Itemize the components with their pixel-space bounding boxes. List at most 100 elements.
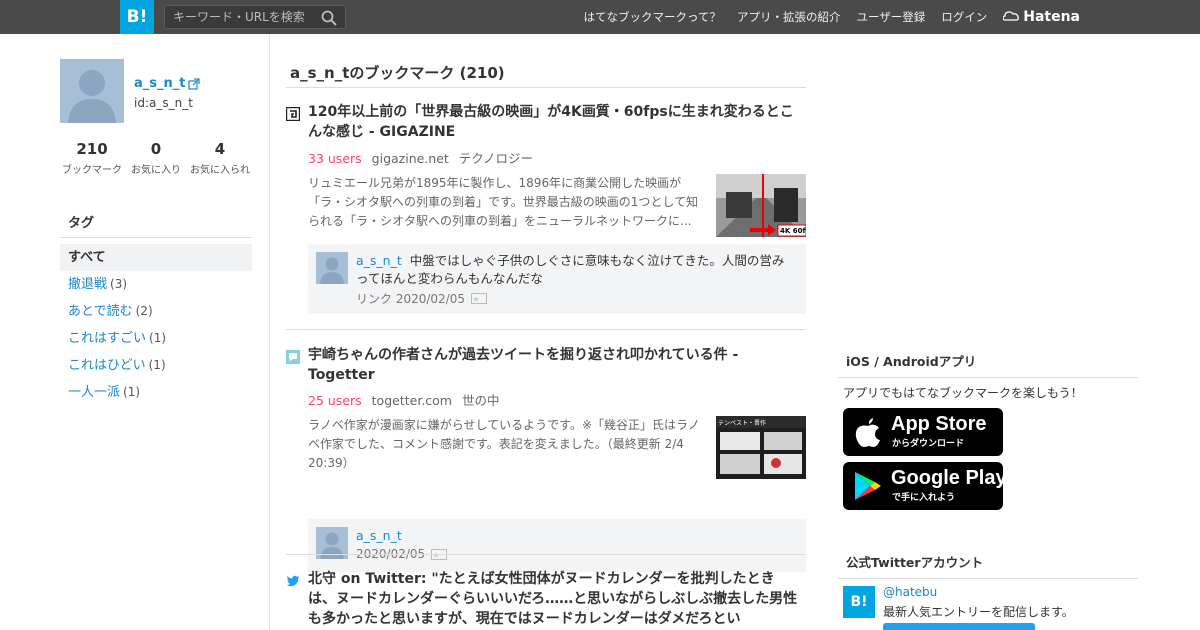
star-add-icon[interactable] <box>470 293 487 304</box>
entry-category[interactable]: テクノロジー <box>459 151 533 166</box>
default-user-icon <box>320 257 344 284</box>
stat-followers[interactable]: 4 お気に入られ <box>188 140 252 176</box>
apps-heading: iOS / Androidアプリ <box>838 351 1138 378</box>
stat-bookmarks-count: 210 <box>76 140 108 158</box>
hatena-brand-label: Hatena <box>1023 9 1080 25</box>
entry-users[interactable]: 25 users <box>308 393 362 408</box>
divider <box>286 87 806 88</box>
nav-signup[interactable]: ユーザー登録 <box>856 9 925 25</box>
comment-date-row: リンク 2020/02/05 <box>356 290 487 307</box>
top-bar: B! はてなブックマークって？ アプリ・拡張の紹介 ユーザー登録 ログイン Ha… <box>0 0 1200 34</box>
nav-login[interactable]: ログイン <box>941 9 987 25</box>
nav-apps[interactable]: アプリ・拡張の紹介 <box>737 9 841 25</box>
tag-count: (3) <box>110 277 128 291</box>
comment-user[interactable]: a_s_n_t <box>356 253 402 268</box>
twitter-follow-button[interactable] <box>883 623 1035 630</box>
stat-bookmarks-label: ブックマーク <box>62 165 122 176</box>
entry-meta: 33 users gigazine.net テクノロジー <box>308 148 533 167</box>
profile-id: id:a_s_n_t <box>134 96 193 110</box>
tag-name[interactable]: 一人一派 <box>68 385 120 400</box>
nav-about[interactable]: はてなブックマークって？ <box>584 9 721 25</box>
tag-name[interactable]: これはひどい <box>68 358 146 373</box>
tag-item[interactable]: 撤退戦 (3) <box>60 271 252 298</box>
entry-users[interactable]: 33 users <box>308 151 362 166</box>
entry-domain[interactable]: togetter.com <box>372 393 452 408</box>
profile-stats: 210 ブックマーク 0 お気に入り 4 お気に入られ <box>60 140 252 176</box>
hatena-brand[interactable]: Hatena <box>1003 9 1080 25</box>
profile-name-label: a_s_n_t <box>134 76 186 91</box>
tag-count: (1) <box>123 385 141 399</box>
search-icon[interactable] <box>321 10 337 26</box>
tag-item[interactable]: これはすごい (1) <box>60 325 252 352</box>
tag-list: すべて 撤退戦 (3) あとで読む (2) これはすごい (1) これはひどい (1) … <box>60 244 252 406</box>
tag-count: (1) <box>148 358 166 372</box>
togetter-favicon <box>286 350 300 364</box>
entry-meta: 25 users togetter.com 世の中 <box>308 390 500 409</box>
tag-item[interactable]: あとで読む (2) <box>60 298 252 325</box>
stat-bookmarks[interactable]: 210 ブックマーク <box>60 140 124 176</box>
profile-sidebar: a_s_n_t id:a_s_n_t 210 ブックマーク 0 お気に入り 4 … <box>0 34 270 630</box>
entry-description: リュミエール兄弟が1895年に製作し、1896年に商業公開した映画が「ラ・シオタ… <box>308 176 699 228</box>
comment-date[interactable]: リンク 2020/02/05 <box>356 290 465 307</box>
stat-followers-count: 4 <box>214 140 226 158</box>
train-thumbnail-image: 4K 60fps <box>716 174 806 237</box>
search-input[interactable] <box>165 10 315 24</box>
stat-favorites[interactable]: 0 お気に入り <box>124 140 188 176</box>
tag-count: (1) <box>149 331 167 345</box>
tag-name[interactable]: 撤退戦 <box>68 277 107 292</box>
app-store-sublabel: からダウンロード <box>892 439 965 449</box>
entry-thumbnail[interactable]: 4K 60fps <box>716 174 806 237</box>
stat-favorites-label: お気に入り <box>131 165 181 176</box>
apple-icon <box>855 418 880 447</box>
google-play-button[interactable]: Google Play で手に入れよう <box>843 462 1007 510</box>
apps-description: アプリでもはてなブックマークを楽しもう！ <box>843 386 1083 400</box>
tag-name[interactable]: これはすごい <box>68 331 146 346</box>
twitter-description: 最新人気エントリーを配信します。 <box>883 605 1074 619</box>
divider <box>286 329 806 330</box>
divider <box>286 554 806 555</box>
tag-all[interactable]: すべて <box>60 244 252 271</box>
app-store-button[interactable]: App Store からダウンロード <box>843 408 1003 456</box>
comment-content: a_s_n_t 中盤ではしゃぐ子供のしぐさに意味もなく泣けてきた。人間の営みってほ… <box>356 252 786 288</box>
comment-box: a_s_n_t 2020/02/05 <box>308 519 806 572</box>
togetter-thumbnail-image: テンペスト・晋作 <box>716 416 806 479</box>
entry-thumbnail[interactable]: テンペスト・晋作 <box>716 416 806 479</box>
gigazine-favicon <box>286 107 300 121</box>
top-nav: はてなブックマークって？ アプリ・拡張の紹介 ユーザー登録 ログイン Haten… <box>568 0 1080 34</box>
thumb-caption: テンペスト・晋作 <box>718 419 766 427</box>
google-play-label: Google Play <box>891 467 1007 489</box>
thumb-caption: 4K 60fps <box>780 227 806 235</box>
stat-favorites-count: 0 <box>150 140 162 158</box>
tag-name[interactable]: あとで読む <box>68 304 133 319</box>
entry-title[interactable]: 120年以上前の「世界最古級の映画」が4K画質・60fpsに生まれ変わるとこんな… <box>308 102 798 142</box>
search-box[interactable] <box>164 5 346 29</box>
comment-box: a_s_n_t 中盤ではしゃぐ子供のしぐさに意味もなく泣けてきた。人間の営みってほ… <box>308 244 806 314</box>
entry-domain[interactable]: gigazine.net <box>372 151 449 166</box>
twitter-handle[interactable]: @hatebu <box>883 585 937 599</box>
google-play-sublabel: で手に入れよう <box>892 493 956 503</box>
profile-name[interactable]: a_s_n_t <box>134 76 201 91</box>
comment-user[interactable]: a_s_n_t <box>356 528 402 543</box>
twitter-heading: 公式Twitterアカウント <box>838 552 1138 579</box>
tag-item[interactable]: 一人一派 (1) <box>60 379 252 406</box>
entry-category[interactable]: 世の中 <box>462 393 500 408</box>
hatena-cloud-icon <box>1003 11 1020 21</box>
default-user-icon <box>68 70 116 123</box>
external-link-icon <box>188 77 201 90</box>
app-store-label: App Store <box>891 413 987 435</box>
tag-item[interactable]: これはひどい (1) <box>60 352 252 379</box>
avatar[interactable] <box>316 252 348 284</box>
hatebu-twitter-avatar[interactable]: B! <box>843 586 875 618</box>
tags-heading: タグ <box>60 212 252 238</box>
tag-count: (2) <box>135 304 153 318</box>
page-title: a_s_n_tのブックマーク (210) <box>290 64 505 82</box>
twitter-bird-icon <box>286 575 299 587</box>
avatar[interactable] <box>60 59 124 123</box>
comment-text: 中盤ではしゃぐ子供のしぐさに意味もなく泣けてきた。人間の営みってほんと変わらんも… <box>356 253 785 286</box>
entry-title[interactable]: 宇崎ちゃんの作者さんが過去ツイートを掘り返され叩かれている件 - Togette… <box>308 345 798 385</box>
hatebu-logo[interactable]: B! <box>120 0 154 34</box>
entry-description: ラノベ作家が漫画家に嫌がらせしているようです。※「幾谷正」氏はラノベ作家でした、… <box>308 418 700 470</box>
stat-followers-label: お気に入られ <box>190 165 250 176</box>
google-play-icon <box>855 472 881 500</box>
entry-title[interactable]: 北守 on Twitter: "たとえば女性団体がヌードカレンダーを批判したとき… <box>308 569 798 629</box>
